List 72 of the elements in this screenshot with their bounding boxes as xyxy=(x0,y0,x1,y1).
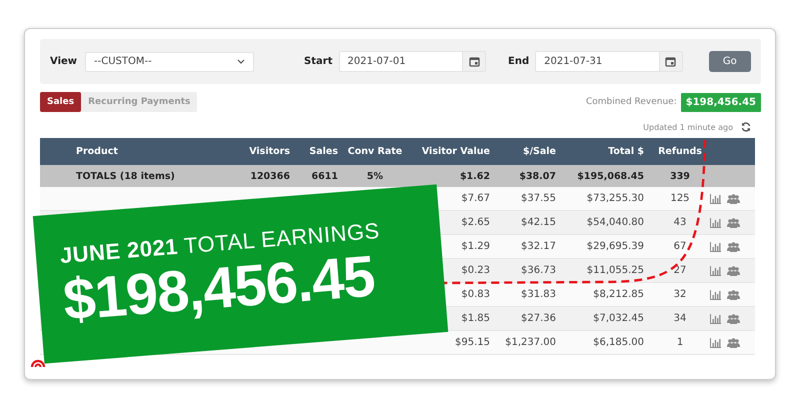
view-label: View xyxy=(50,56,78,67)
bar-chart-icon[interactable] xyxy=(710,290,721,300)
table-cell-text: $2.65 xyxy=(460,217,491,228)
go-button[interactable]: Go xyxy=(708,51,751,72)
table-cell-text: $0.83 xyxy=(460,289,491,300)
table-cell-text: $36.73 xyxy=(520,265,557,276)
combined-revenue-label: Combined Revenue: xyxy=(586,97,677,107)
table-cell-text: $54,040.80 xyxy=(586,217,645,228)
tab[interactable]: Sales xyxy=(40,92,82,112)
table-cell-text: 5% xyxy=(366,170,384,182)
column-header[interactable]: Visitor Value xyxy=(406,146,496,157)
end-label: End xyxy=(508,56,530,67)
table-cell-text: $0.23 xyxy=(460,265,491,276)
users-icon[interactable] xyxy=(727,290,740,300)
table-cell-text: $7.67 xyxy=(460,193,491,204)
table-cell-text: $32.17 xyxy=(520,241,557,252)
calendar-icon[interactable] xyxy=(468,56,480,67)
table-cell-text: $37.55 xyxy=(520,193,557,204)
table-cell-text: 67 xyxy=(672,241,688,252)
users-icon[interactable] xyxy=(727,338,740,348)
table-cell-text: 6611 xyxy=(310,170,339,182)
users-icon[interactable] xyxy=(727,218,740,228)
table-cell-text: $8,212.85 xyxy=(592,289,645,300)
table-cell-text: 32 xyxy=(672,289,688,300)
column-header[interactable]: Visitors xyxy=(236,146,296,157)
table-cell-text: 43 xyxy=(672,217,688,228)
refresh-icon[interactable] xyxy=(741,122,751,132)
table-cell-text: $38.07 xyxy=(518,170,557,182)
table-cell-text: $1.62 xyxy=(458,170,491,182)
table-cell-text: $27.36 xyxy=(520,313,557,324)
bar-chart-icon[interactable] xyxy=(710,338,721,348)
table-cell-text: $95.15 xyxy=(454,337,491,348)
column-header[interactable]: Total $ xyxy=(562,146,650,157)
table-cell-text: 339 xyxy=(669,170,691,182)
table-cell-text: $31.83 xyxy=(520,289,557,300)
table-cell-text: 125 xyxy=(669,193,691,204)
table-cell-text: $1,237.00 xyxy=(504,337,557,348)
start-label: Start xyxy=(304,56,332,67)
table-cell-text: $42.15 xyxy=(520,217,557,228)
column-header[interactable]: $/Sale xyxy=(496,146,562,157)
table-cell-text: $1.29 xyxy=(460,241,491,252)
bar-chart-icon[interactable] xyxy=(710,314,721,324)
caret-icon xyxy=(237,59,246,64)
end-date-field[interactable]: 2021-07-31 xyxy=(535,51,683,72)
users-icon[interactable] xyxy=(727,266,740,276)
table-cell-text: $11,055.25 xyxy=(586,265,645,276)
column-header[interactable]: Product xyxy=(76,146,236,157)
bar-chart-icon[interactable] xyxy=(710,242,721,252)
combined-revenue-badge: $198,456.45 xyxy=(680,92,761,112)
table-cell-text: $195,068.45 xyxy=(576,170,645,182)
table-cell-text: $73,255.30 xyxy=(586,193,645,204)
users-icon[interactable] xyxy=(727,194,740,204)
bar-chart-icon[interactable] xyxy=(710,194,721,204)
table-cell-text: $1.85 xyxy=(460,313,491,324)
bar-chart-icon[interactable] xyxy=(710,266,721,276)
users-icon[interactable] xyxy=(727,314,740,324)
table-cell-text: TOTALS (18 items) xyxy=(76,170,176,182)
table-cell-text: $6,185.00 xyxy=(592,337,645,348)
calendar-icon[interactable] xyxy=(665,56,676,67)
updated-text: Updated 1 minute ago xyxy=(643,122,733,132)
users-icon[interactable] xyxy=(727,242,740,252)
bar-chart-icon[interactable] xyxy=(710,218,721,228)
table-cell-text: 120366 xyxy=(249,170,291,182)
table-cell-text: 34 xyxy=(672,313,688,324)
table-cell-text: $29,695.39 xyxy=(586,241,645,252)
view-select[interactable]: --CUSTOM-- xyxy=(85,52,254,72)
column-header[interactable]: Refunds xyxy=(650,146,710,157)
table-cell-text: $7,032.45 xyxy=(592,313,645,324)
column-header[interactable]: Sales xyxy=(296,146,344,157)
start-date-field[interactable]: 2021-07-01 xyxy=(338,51,486,72)
column-header[interactable]: Conv Rate xyxy=(344,146,406,157)
table-cell-text: 1 xyxy=(676,337,684,348)
